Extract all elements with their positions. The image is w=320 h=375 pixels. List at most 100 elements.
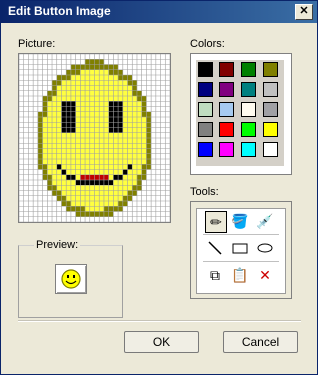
pixel-cell[interactable] xyxy=(132,180,137,186)
pixel-cell[interactable] xyxy=(141,143,147,149)
pixel-cell[interactable] xyxy=(113,132,119,138)
pixel-cell[interactable] xyxy=(85,195,90,201)
pixel-cell[interactable] xyxy=(132,127,137,133)
pixel-cell[interactable] xyxy=(146,111,152,117)
pixel-cell[interactable] xyxy=(118,132,123,138)
pixel-cell[interactable] xyxy=(132,111,137,117)
pixel-cell[interactable] xyxy=(66,75,71,81)
color-swatch[interactable] xyxy=(241,82,256,97)
pixel-cell[interactable] xyxy=(99,164,104,170)
pixel-cell[interactable] xyxy=(70,127,76,133)
pixel-cell[interactable] xyxy=(118,127,123,133)
pixel-cell[interactable] xyxy=(80,143,86,149)
pixel-cell[interactable] xyxy=(89,153,95,159)
pixel-cell[interactable] xyxy=(89,69,95,75)
pixel-cell[interactable] xyxy=(141,96,147,102)
pixel-cell[interactable] xyxy=(127,159,133,165)
pixel-cell[interactable] xyxy=(66,143,71,149)
pixel-cell[interactable] xyxy=(85,190,90,196)
color-swatch[interactable] xyxy=(198,142,213,157)
pixel-cell[interactable] xyxy=(75,169,81,175)
pixel-cell[interactable] xyxy=(52,190,57,196)
pixel-cell[interactable] xyxy=(132,148,137,154)
pixel-cell[interactable] xyxy=(146,138,152,144)
pixel-cell[interactable] xyxy=(61,127,67,133)
pixel-cell[interactable] xyxy=(89,206,95,212)
pixel-cell[interactable] xyxy=(127,101,133,107)
pixel-cell[interactable] xyxy=(66,195,71,201)
pixel-cell[interactable] xyxy=(99,90,104,96)
pixel-cell[interactable] xyxy=(99,143,104,149)
pixel-cell[interactable] xyxy=(52,174,57,180)
pixel-cell[interactable] xyxy=(141,127,147,133)
pixel-cell[interactable] xyxy=(146,132,152,138)
pixel-cell[interactable] xyxy=(103,111,109,117)
pixel-cell[interactable] xyxy=(136,90,142,96)
pixel-cell[interactable] xyxy=(85,69,90,75)
pixel-cell[interactable] xyxy=(66,138,71,144)
pixel-cell[interactable] xyxy=(94,143,100,149)
pixel-cell[interactable] xyxy=(118,201,123,207)
pixel-cell[interactable] xyxy=(75,117,81,123)
pixel-cell[interactable] xyxy=(66,206,71,212)
clear-tool[interactable]: ✕ xyxy=(255,265,275,285)
pixel-cell[interactable] xyxy=(122,153,128,159)
pixel-cell[interactable] xyxy=(108,190,114,196)
pixel-cell[interactable] xyxy=(56,90,62,96)
color-swatch[interactable] xyxy=(219,62,234,77)
pixel-cell[interactable] xyxy=(103,169,109,175)
pixel-cell[interactable] xyxy=(136,96,142,102)
pixel-cell[interactable] xyxy=(89,169,95,175)
pixel-cell[interactable] xyxy=(113,117,119,123)
pixel-cell[interactable] xyxy=(136,180,142,186)
pixel-cell[interactable] xyxy=(113,143,119,149)
pixel-cell[interactable] xyxy=(136,132,142,138)
pixel-cell[interactable] xyxy=(56,85,62,91)
pixel-cell[interactable] xyxy=(70,159,76,165)
pixel-cell[interactable] xyxy=(136,138,142,144)
pixel-cell[interactable] xyxy=(118,80,123,86)
pixel-cell[interactable] xyxy=(80,195,86,201)
color-swatch[interactable] xyxy=(219,102,234,117)
pixel-cell[interactable] xyxy=(70,180,76,186)
pixel-cell[interactable] xyxy=(94,106,100,112)
pixel-cell[interactable] xyxy=(99,206,104,212)
pixel-cell[interactable] xyxy=(136,111,142,117)
pixel-cell[interactable] xyxy=(132,153,137,159)
pixel-cell[interactable] xyxy=(56,117,62,123)
pixel-cell[interactable] xyxy=(47,138,53,144)
pixel-cell[interactable] xyxy=(56,138,62,144)
pixel-cell[interactable] xyxy=(56,122,62,128)
pixel-cell[interactable] xyxy=(99,101,104,107)
pixel-cell[interactable] xyxy=(94,117,100,123)
pixel-cell[interactable] xyxy=(141,164,147,170)
pixel-cell[interactable] xyxy=(56,174,62,180)
pixel-cell[interactable] xyxy=(108,69,114,75)
pixel-cell[interactable] xyxy=(122,185,128,191)
pixel-cell[interactable] xyxy=(141,122,147,128)
pixel-cell[interactable] xyxy=(94,174,100,180)
pixel-cell[interactable] xyxy=(85,106,90,112)
pixel-cell[interactable] xyxy=(94,159,100,165)
pixel-cell[interactable] xyxy=(103,206,109,212)
pixel-cell[interactable] xyxy=(37,132,43,138)
pixel-cell[interactable] xyxy=(85,117,90,123)
pixel-cell[interactable] xyxy=(75,85,81,91)
pixel-cell[interactable] xyxy=(118,148,123,154)
pixel-cell[interactable] xyxy=(103,164,109,170)
pixel-cell[interactable] xyxy=(118,185,123,191)
pixel-cell[interactable] xyxy=(103,122,109,128)
pixel-cell[interactable] xyxy=(141,111,147,117)
pixel-cell[interactable] xyxy=(89,122,95,128)
pixel-cell[interactable] xyxy=(85,59,90,65)
pixel-cell[interactable] xyxy=(75,69,81,75)
pixel-cell[interactable] xyxy=(70,122,76,128)
pixel-cell[interactable] xyxy=(118,106,123,112)
pixel-cell[interactable] xyxy=(113,206,119,212)
pixel-cell[interactable] xyxy=(127,127,133,133)
pixel-cell[interactable] xyxy=(37,117,43,123)
pixel-cell[interactable] xyxy=(141,106,147,112)
pixel-cell[interactable] xyxy=(146,164,152,170)
pixel-cell[interactable] xyxy=(146,127,152,133)
pixel-cell[interactable] xyxy=(80,148,86,154)
